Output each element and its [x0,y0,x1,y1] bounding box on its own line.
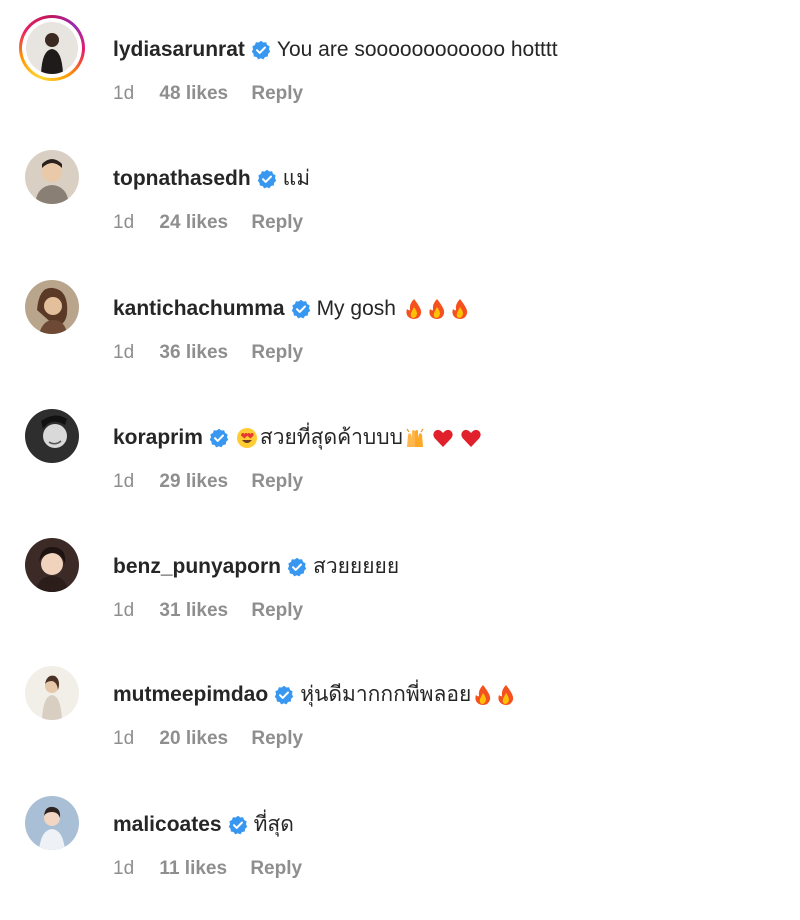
comment-meta: 1d 24 likes Reply [113,211,321,235]
verified-badge-icon [291,299,310,319]
fire-emoji-icon [452,299,468,319]
comment-text: You are soooooooooooo hotttt [276,38,558,61]
username-link[interactable]: koraprim [113,424,203,452]
verified-badge-icon [287,557,307,577]
likes-count[interactable]: 24 likes [159,212,228,233]
verified-badge-icon [251,40,271,60]
fire-emoji-icon [475,685,491,705]
comment-content: koraprim สวยที่สุดค้าบบบ [113,424,482,452]
likes-count[interactable]: 31 likes [159,600,228,621]
comment-meta: 1d 29 likes Reply [113,470,321,494]
avatar[interactable] [25,150,79,204]
comment-item: topnathasedh แม่ 1d 24 likes Reply [0,129,800,249]
timestamp[interactable]: 1d [113,83,134,104]
reply-button[interactable]: Reply [250,858,302,879]
comment-content: topnathasedh แม่ [113,165,310,193]
fire-emoji-icon [498,685,514,705]
fire-emoji-icon [406,299,422,319]
comment-content: benz_punyaporn สวยยยยย [113,553,399,581]
username-link[interactable]: benz_punyaporn [113,553,281,581]
comment-item: kantichachumma My gosh 1d 36 likes Reply [0,259,800,379]
timestamp[interactable]: 1d [113,600,134,621]
reply-button[interactable]: Reply [251,342,303,363]
verified-badge-icon [257,169,276,189]
username-link[interactable]: malicoates [113,811,222,839]
timestamp[interactable]: 1d [113,342,134,363]
comment-text: แม่ [282,167,311,190]
comment-text: ที่สุด [253,813,294,836]
avatar[interactable] [25,409,79,463]
comment-content: malicoates ที่สุด [113,811,294,839]
comment-text: สวยยยยย [313,555,400,578]
reply-button[interactable]: Reply [251,212,303,233]
avatar[interactable] [25,666,79,720]
avatar[interactable] [25,280,79,334]
comment-meta: 1d 48 likes Reply [113,82,321,106]
likes-count[interactable]: 36 likes [159,342,228,363]
comment-content: mutmeepimdao หุ่นดีมากกกพี่พลอย [113,681,517,709]
comment-item: benz_punyaporn สวยยยยย 1d 31 likes Reply [0,517,800,637]
avatar[interactable] [19,15,85,81]
avatar[interactable] [25,796,79,850]
comment-item: mutmeepimdao หุ่นดีมากกกพี่พลอย 1d 20 li… [0,645,800,765]
comment-meta: 1d 31 likes Reply [113,599,321,623]
comment-text: สวยที่สุดค้าบบบ [259,426,403,449]
avatar[interactable] [25,538,79,592]
verified-badge-icon [209,428,229,448]
likes-count[interactable]: 48 likes [159,83,228,104]
fire-emoji-icon [429,299,445,319]
verified-badge-icon [275,685,294,705]
reply-button[interactable]: Reply [251,600,303,621]
comment-content: kantichachumma My gosh [113,295,471,323]
likes-count[interactable]: 20 likes [159,728,228,749]
comment-meta: 1d 36 likes Reply [113,341,321,365]
likes-count[interactable]: 11 likes [159,858,227,879]
comment-meta: 1d 20 likes Reply [113,727,321,751]
comment-item: malicoates ที่สุด 1d 11 likes Reply [0,775,800,895]
verified-badge-icon [228,815,247,835]
red-heart-emoji-icon [433,429,453,447]
comment-content: lydiasarunrat You are soooooooooooo hott… [113,36,558,64]
reply-button[interactable]: Reply [251,728,303,749]
reply-button[interactable]: Reply [251,471,303,492]
username-link[interactable]: mutmeepimdao [113,681,268,709]
timestamp[interactable]: 1d [113,471,134,492]
heart-eyes-emoji-icon [236,428,257,448]
raised-hands-emoji-icon [406,428,424,447]
username-link[interactable]: kantichachumma [113,295,285,323]
red-heart-emoji-icon [461,429,481,447]
comment-item: koraprim สวยที่สุดค้าบบบ 1d 29 likes Rep… [0,388,800,508]
reply-button[interactable]: Reply [251,83,303,104]
likes-count[interactable]: 29 likes [159,471,228,492]
comment-meta: 1d 11 likes Reply [113,857,320,881]
comment-text: หุ่นดีมากกกพี่พลอย [300,683,472,706]
timestamp[interactable]: 1d [113,728,134,749]
timestamp[interactable]: 1d [113,858,134,879]
username-link[interactable]: topnathasedh [113,165,251,193]
username-link[interactable]: lydiasarunrat [113,36,245,64]
timestamp[interactable]: 1d [113,212,134,233]
comment-text: My gosh [316,297,396,320]
comment-item: lydiasarunrat You are soooooooooooo hott… [0,0,800,120]
